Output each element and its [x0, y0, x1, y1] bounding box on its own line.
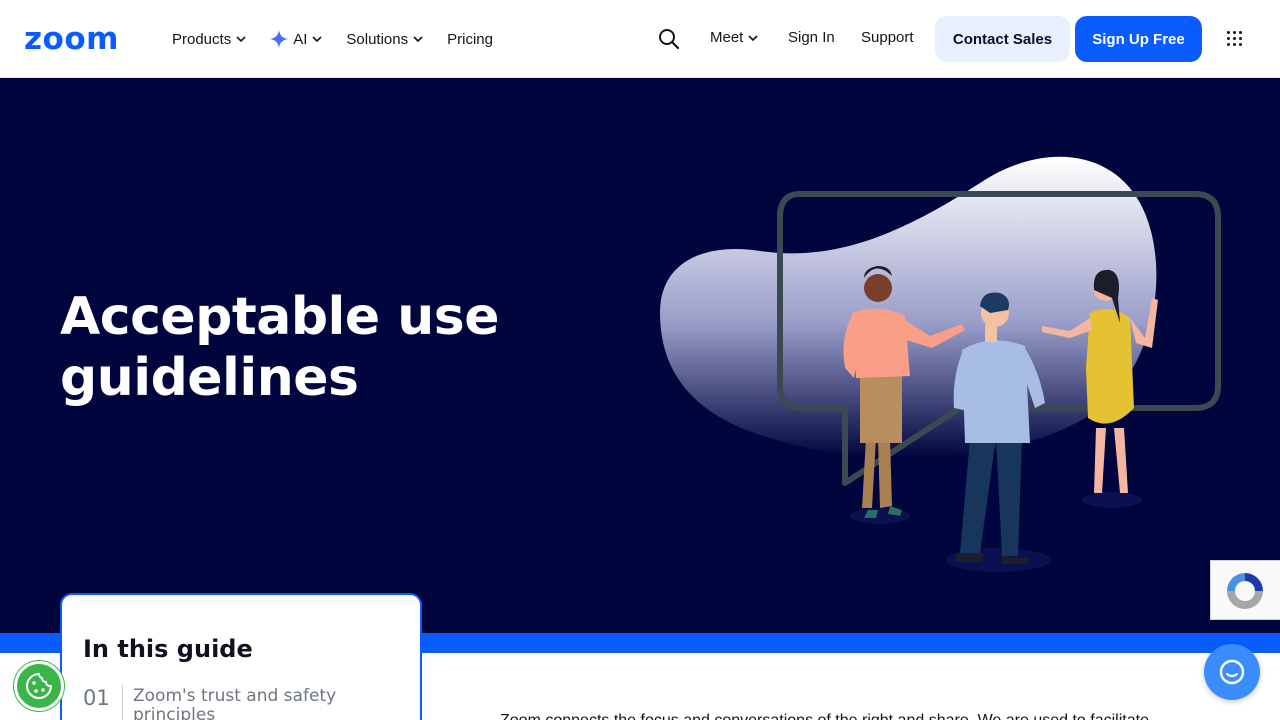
chevron-down-icon	[236, 36, 246, 43]
cookie-settings-button[interactable]	[14, 661, 64, 711]
nav-pricing[interactable]: Pricing	[447, 31, 493, 48]
cookie-icon	[26, 672, 53, 699]
page-title: Acceptable use guidelines	[60, 287, 500, 409]
contact-sales-button[interactable]: Contact Sales	[935, 16, 1070, 62]
svg-text:zoom: zoom	[24, 24, 119, 52]
chevron-down-icon	[748, 34, 758, 41]
chevron-down-icon	[312, 36, 322, 43]
recaptcha-badge[interactable]	[1210, 560, 1280, 620]
nav-meet-label: Meet	[710, 29, 744, 46]
page-title-line1: Acceptable use	[60, 287, 500, 347]
nav-ai-label: AI	[293, 30, 308, 48]
nav-solutions-label: Solutions	[346, 30, 409, 48]
primary-nav: Products AI Solutions Pricing	[172, 0, 517, 78]
hero-banner: Acceptable use guidelines	[0, 78, 1280, 633]
table-of-contents-card: In this guide 01 Zoom's trust and safety…	[60, 593, 422, 720]
nav-ai[interactable]: AI	[270, 30, 322, 48]
search-button[interactable]	[658, 28, 680, 50]
chevron-down-icon	[413, 36, 423, 43]
sign-in-label: Sign In	[788, 29, 835, 46]
toc-item-number: 01	[83, 686, 110, 710]
nav-meet[interactable]: Meet	[710, 29, 758, 46]
toc-divider	[122, 685, 123, 720]
top-navigation-bar: zoom Products AI Solutions Pricing Meet …	[0, 0, 1280, 78]
nav-solutions[interactable]: Solutions	[346, 31, 423, 48]
sign-up-free-button[interactable]: Sign Up Free	[1075, 16, 1202, 62]
chat-launcher-button[interactable]	[1204, 644, 1260, 700]
recaptcha-icon	[1227, 573, 1263, 609]
zoom-logo-mark: zoom	[24, 21, 119, 57]
toc-title: In this guide	[83, 635, 253, 663]
shadow	[1082, 492, 1142, 508]
apps-grid-icon[interactable]	[1227, 31, 1243, 47]
nav-products-label: Products	[172, 30, 232, 48]
hero-illustration	[660, 156, 1221, 572]
sparkle-icon	[270, 30, 289, 48]
support-link[interactable]: Support	[861, 29, 914, 46]
intro-paragraph: Zoom connects the focus and conversation…	[500, 712, 1149, 720]
page-title-line2: guidelines	[60, 348, 359, 408]
background-blob	[660, 156, 1157, 458]
support-label: Support	[861, 29, 914, 46]
search-icon	[659, 29, 680, 50]
nav-pricing-label: Pricing	[447, 30, 493, 48]
chat-bubble-icon	[1219, 659, 1245, 685]
zoom-logo[interactable]: zoom	[24, 21, 139, 58]
nav-products[interactable]: Products	[172, 31, 246, 48]
sign-in-link[interactable]: Sign In	[788, 29, 835, 46]
toc-item-link[interactable]: Zoom's trust and safety principles	[133, 687, 383, 720]
